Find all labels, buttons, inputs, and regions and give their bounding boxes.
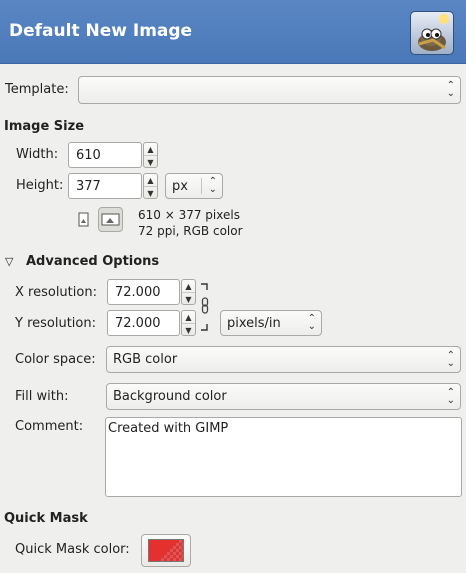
combo-arrows-icon: ⌃ ⌄ — [208, 176, 217, 195]
height-spinner[interactable]: ▲ ▼ — [143, 173, 158, 199]
dialog-header: Default New Image — [0, 0, 466, 64]
fill-with-value: Background color — [113, 389, 227, 404]
color-space-combo[interactable]: RGB color ⌃ ⌄ — [106, 346, 461, 373]
quick-mask-color-label: Quick Mask color: — [15, 542, 130, 557]
width-value: 610 — [76, 147, 101, 163]
portrait-icon[interactable] — [74, 211, 92, 229]
image-size-section-title: Image Size — [4, 119, 85, 134]
template-label: Template: — [5, 82, 69, 97]
expander-triangle-icon[interactable]: ▽ — [5, 255, 13, 268]
quick-mask-color-button[interactable] — [141, 534, 191, 567]
color-space-value: RGB color — [113, 352, 178, 367]
comment-value: Created with GIMP — [108, 421, 229, 436]
gimp-wilber-icon — [410, 11, 454, 55]
spin-up-icon[interactable]: ▲ — [144, 174, 157, 186]
spin-up-icon[interactable]: ▲ — [144, 143, 157, 155]
x-resolution-spinner[interactable]: ▲ ▼ — [181, 279, 196, 305]
chain-link-icon[interactable] — [199, 280, 211, 336]
comment-label: Comment: — [15, 419, 84, 434]
x-resolution-value: 72.000 — [115, 284, 161, 300]
quick-mask-section-title: Quick Mask — [4, 511, 88, 526]
x-resolution-label: X resolution: — [15, 285, 97, 300]
combo-arrows-icon: ⌃ ⌄ — [446, 349, 455, 369]
landscape-icon — [101, 213, 120, 226]
combo-arrows-icon: ⌃ ⌄ — [446, 386, 455, 406]
dialog-title: Default New Image — [9, 21, 193, 41]
combo-arrows-icon: ⌃ ⌄ — [446, 80, 455, 99]
template-combo[interactable]: ⌃ ⌄ — [78, 76, 461, 104]
color-space-label: Color space: — [15, 352, 96, 367]
spin-up-icon[interactable]: ▲ — [182, 311, 195, 323]
height-value: 377 — [76, 178, 101, 194]
combo-separator — [201, 178, 202, 194]
y-resolution-label: Y resolution: — [15, 316, 96, 331]
spin-down-icon[interactable]: ▼ — [144, 155, 157, 168]
height-input[interactable]: 377 — [68, 173, 142, 199]
spin-up-icon[interactable]: ▲ — [182, 280, 195, 292]
width-spinner[interactable]: ▲ ▼ — [143, 142, 158, 168]
x-resolution-input[interactable]: 72.000 — [107, 279, 180, 305]
resolution-unit-combo[interactable]: pixels/in ⌃ ⌄ — [220, 310, 322, 336]
y-resolution-value: 72.000 — [115, 315, 161, 331]
spin-down-icon[interactable]: ▼ — [182, 292, 195, 305]
fill-with-combo[interactable]: Background color ⌃ ⌄ — [106, 383, 461, 410]
spin-down-icon[interactable]: ▼ — [144, 186, 157, 199]
width-label: Width: — [16, 147, 59, 162]
height-label: Height: — [16, 178, 64, 193]
image-info-ppi: 72 ppi, RGB color — [138, 224, 243, 238]
size-unit-value: px — [172, 178, 188, 194]
y-resolution-input[interactable]: 72.000 — [107, 310, 180, 336]
width-input[interactable]: 610 — [68, 142, 142, 168]
spin-down-icon[interactable]: ▼ — [182, 323, 195, 336]
resolution-unit-value: pixels/in — [227, 315, 281, 331]
combo-arrows-icon: ⌃ ⌄ — [307, 313, 316, 332]
fill-with-label: Fill with: — [15, 389, 69, 404]
quick-mask-color-swatch — [148, 539, 184, 562]
y-resolution-spinner[interactable]: ▲ ▼ — [181, 310, 196, 336]
image-info-pixels: 610 × 377 pixels — [138, 208, 240, 222]
size-unit-combo[interactable]: px ⌃ ⌄ — [165, 173, 223, 199]
landscape-button[interactable] — [98, 207, 123, 232]
comment-textarea[interactable]: Created with GIMP — [105, 417, 462, 497]
advanced-options-section-title[interactable]: Advanced Options — [26, 254, 159, 269]
